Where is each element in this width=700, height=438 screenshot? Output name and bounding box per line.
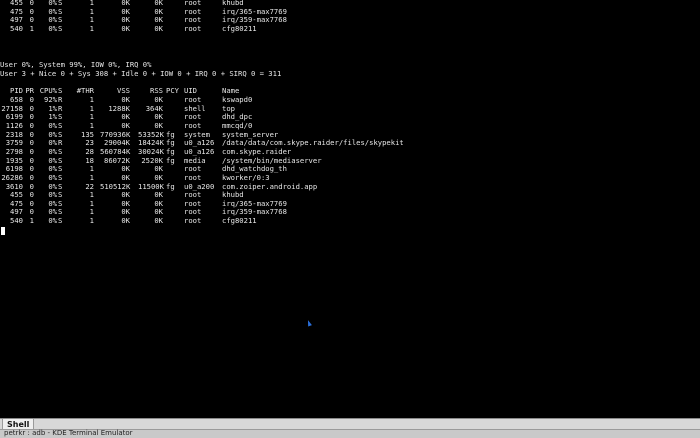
cell-name: irq/359-max7768 [222, 15, 287, 25]
mouse-pointer-icon [306, 319, 312, 327]
text-cursor [1, 227, 5, 235]
cpu-ticks-line: User 3 + Nice 0 + Sys 308 + Idle 0 + IOW… [0, 69, 282, 78]
cell-name: com.zoiper.android.app [222, 181, 318, 191]
cell-name: irq/359-max7768 [222, 207, 287, 217]
cell-state: S [58, 23, 63, 33]
cell-name: kswapd0 [222, 95, 253, 104]
col-name: Name [222, 86, 240, 95]
cell-name: cfg80211 [222, 23, 257, 33]
cell-cpu: 0% [48, 216, 57, 226]
col-pcy: PCY [166, 86, 179, 95]
cell-name: cfg80211 [222, 216, 257, 226]
cell-state: S [58, 216, 63, 226]
cell-vss: 0K [121, 23, 130, 33]
cell-rss: 0K [154, 216, 163, 226]
terminal-window: 455 0 0% S 1 0K 0K root khubd 475 0 0% S 1 0K 0K root irq… [0, 0, 700, 438]
cell-name: top [222, 103, 235, 113]
cell-pcy: fg [166, 181, 175, 191]
cell-pr: 1 [29, 216, 34, 226]
cell-vss: 0K [121, 216, 130, 226]
cell-pid: 540 [10, 216, 23, 226]
cell-cpu: 0% [48, 23, 57, 33]
cell-threads: 1 [89, 216, 94, 226]
cell-uid: root [184, 23, 202, 33]
cell-uid: root [184, 216, 202, 226]
cell-rss: 0K [154, 23, 163, 33]
cell-name: dhd_dpc [222, 112, 253, 122]
terminal-output[interactable]: 455 0 0% S 1 0K 0K root khubd 475 0 0% S 1 0K 0K root irq… [0, 0, 700, 418]
cell-pcy: fg [166, 155, 175, 165]
cell-threads: 1 [89, 23, 94, 33]
cell-pr: 1 [29, 23, 34, 33]
cell-pid: 540 [10, 23, 23, 33]
